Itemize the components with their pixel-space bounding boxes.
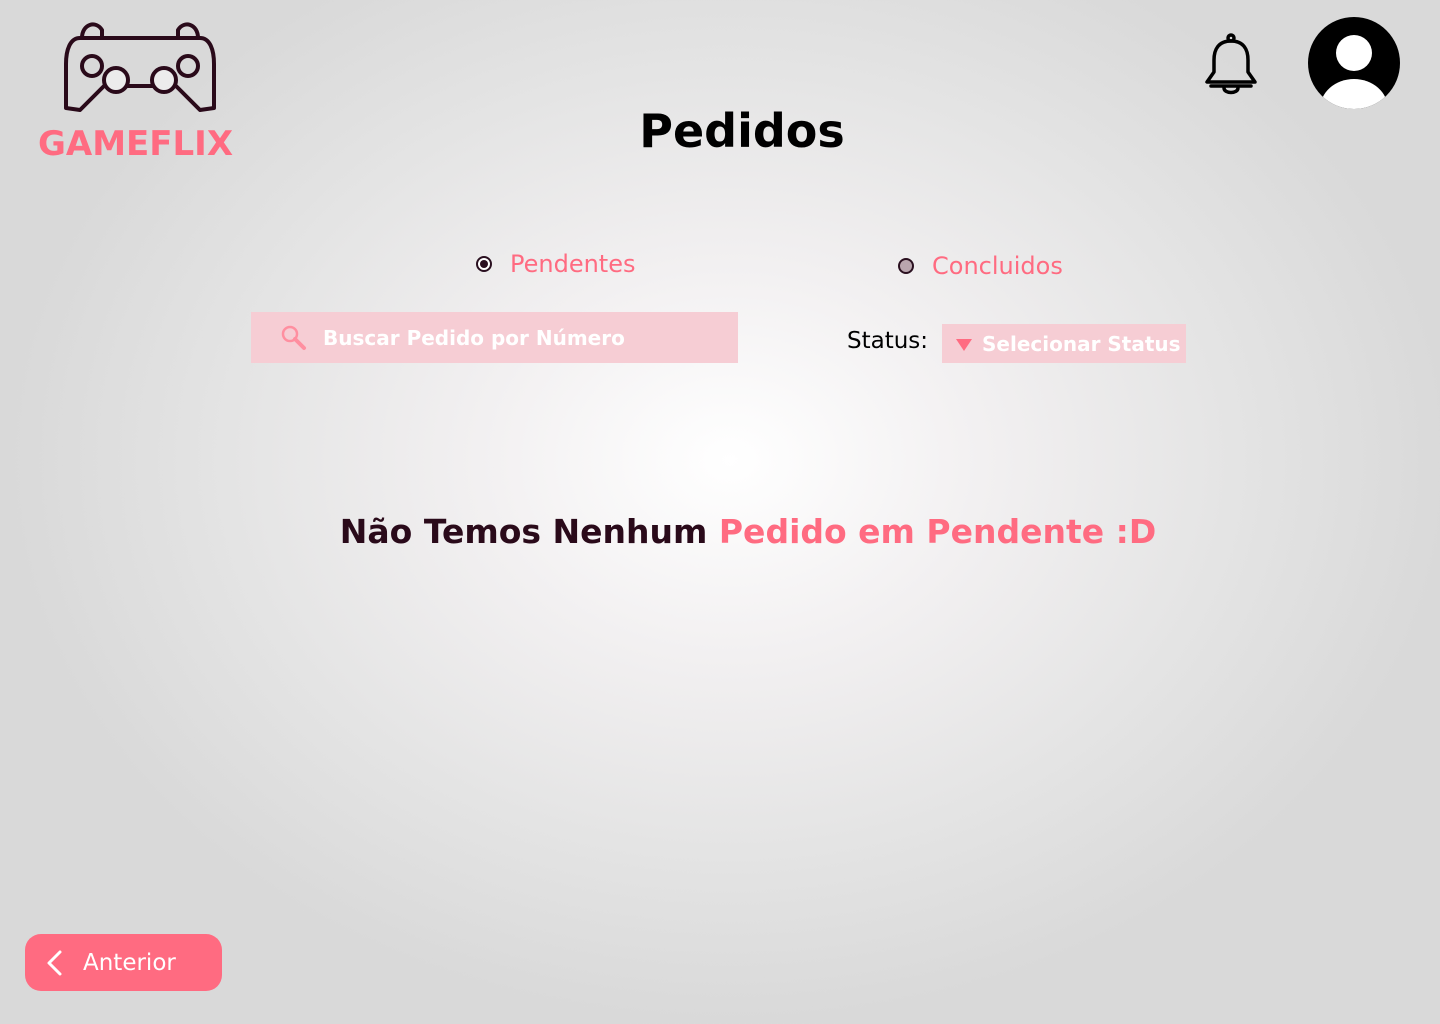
empty-state-text-2: Pedido em Pendente: [718, 512, 1105, 551]
radio-checked-icon[interactable]: [476, 256, 492, 272]
gamepad-icon: [64, 22, 216, 112]
search-icon: [281, 325, 306, 350]
back-button-label: Anterior: [83, 949, 176, 976]
status-label: Status:: [847, 328, 929, 354]
status-select[interactable]: Selecionar Status: [942, 324, 1186, 363]
tab-concluidos-label: Concluidos: [932, 252, 1063, 280]
caret-down-icon: [956, 338, 972, 351]
tab-pendentes[interactable]: Pendentes: [476, 250, 635, 278]
search-placeholder: Buscar Pedido por Número: [323, 325, 625, 350]
page-title: Pedidos: [639, 104, 845, 158]
user-avatar-icon[interactable]: [1308, 17, 1400, 109]
status-select-value: Selecionar Status: [982, 331, 1181, 356]
empty-state-message: Não Temos Nenhum Pedido em Pendente :D: [0, 512, 1440, 551]
search-input[interactable]: Buscar Pedido por Número: [251, 312, 738, 363]
chevron-left-icon: [47, 950, 62, 975]
empty-state-text-3: :D: [1115, 512, 1157, 551]
tab-pendentes-label: Pendentes: [510, 250, 636, 278]
bell-icon[interactable]: [1202, 32, 1260, 96]
radio-unchecked-icon[interactable]: [898, 258, 914, 274]
empty-state-text-1: Não Temos Nenhum: [339, 512, 708, 551]
tab-concluidos[interactable]: Concluidos: [898, 252, 1063, 280]
back-button[interactable]: Anterior: [25, 934, 222, 991]
